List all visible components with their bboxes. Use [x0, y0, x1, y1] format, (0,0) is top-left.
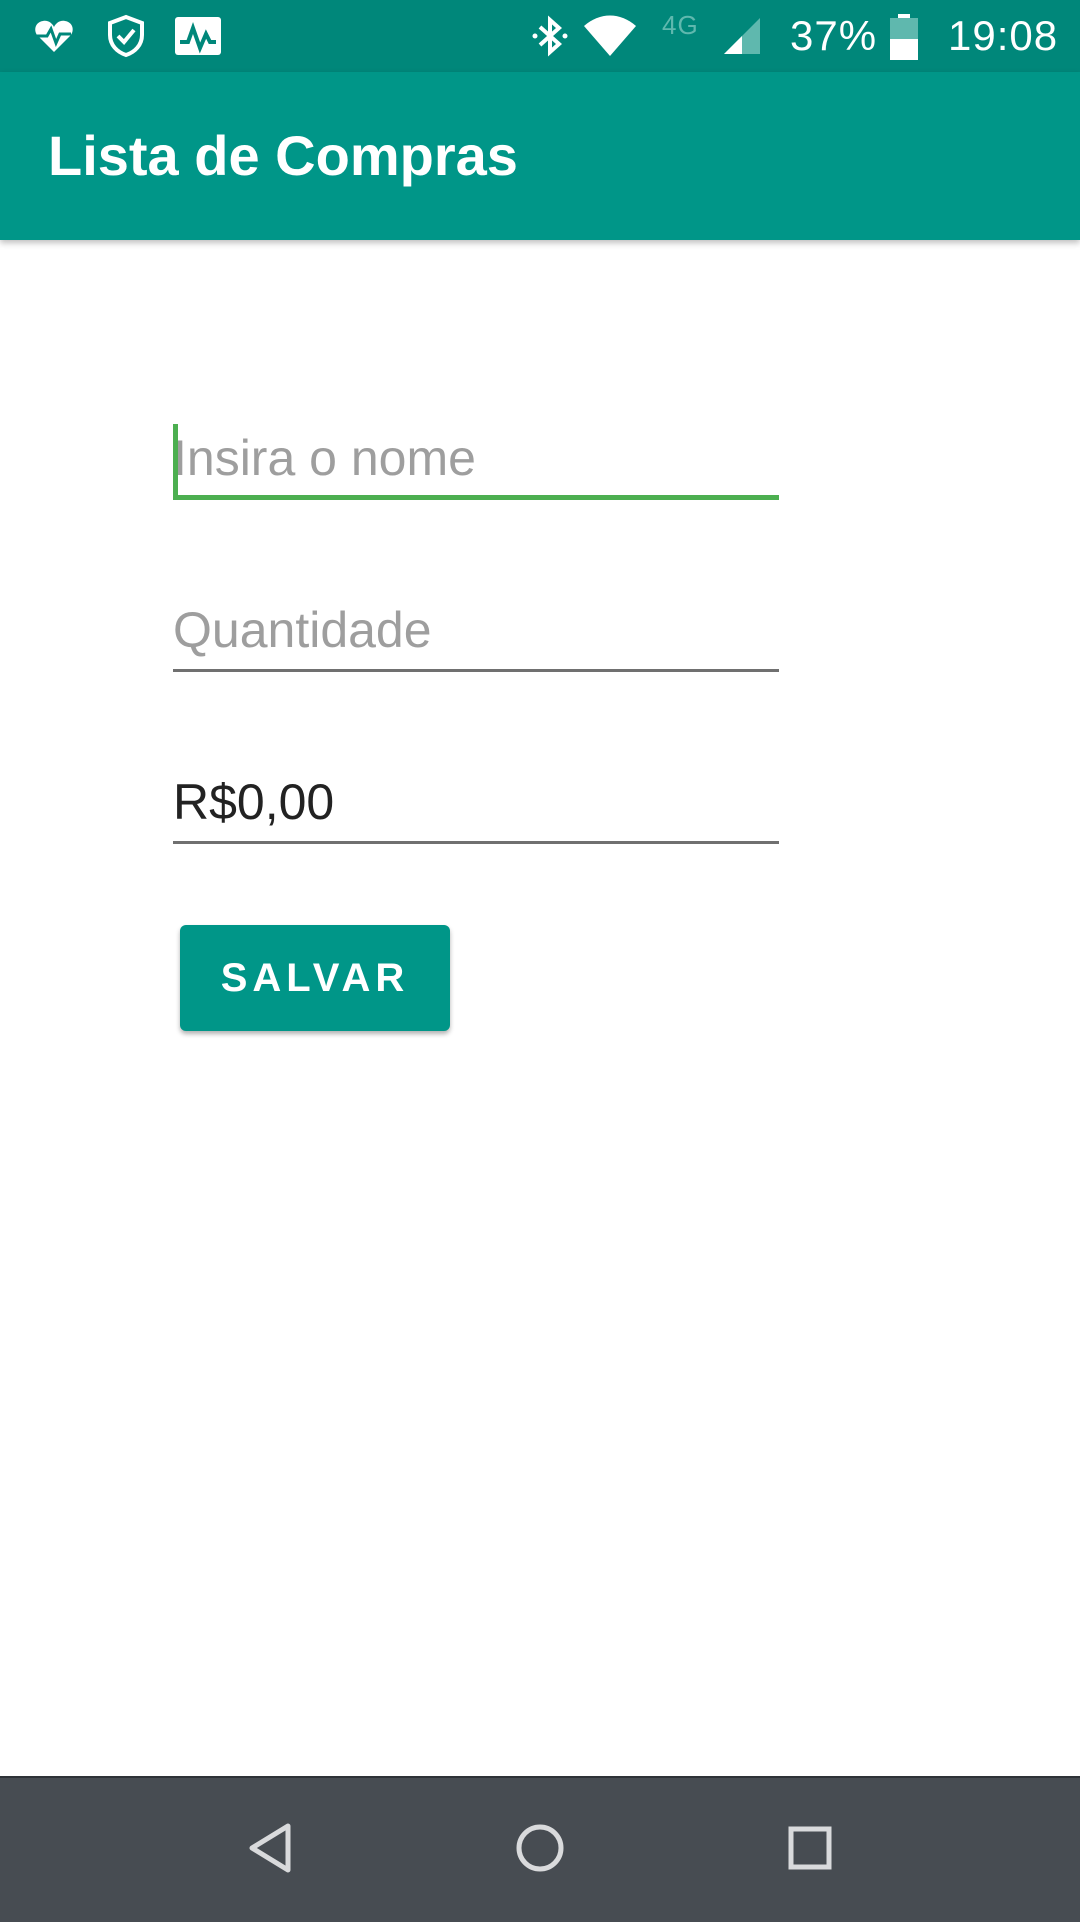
battery-icon: [886, 14, 922, 60]
network-type-label: 4G: [662, 10, 699, 40]
battery-percent: 37%: [790, 12, 878, 59]
quantity-input[interactable]: [173, 592, 779, 668]
price-input[interactable]: [173, 764, 779, 840]
shield-check-icon: [104, 14, 148, 58]
name-input[interactable]: [173, 420, 779, 496]
back-button[interactable]: [220, 1802, 320, 1898]
bluetooth-icon: [528, 14, 572, 58]
heart-rate-icon: [32, 14, 76, 58]
back-icon: [246, 1822, 294, 1879]
save-button[interactable]: SALVAR: [180, 925, 450, 1031]
price-field: [173, 764, 779, 844]
signal-icon: [720, 14, 764, 58]
wifi-icon: [582, 14, 638, 58]
text-cursor: [173, 424, 178, 496]
recents-button[interactable]: [760, 1802, 860, 1898]
app-bar: Lista de Compras: [0, 72, 1080, 240]
activity-chart-icon: [174, 14, 221, 58]
recents-icon: [786, 1824, 834, 1877]
quantity-field-underline: [173, 669, 779, 672]
home-button[interactable]: [490, 1802, 590, 1898]
quantity-field: [173, 592, 779, 672]
home-icon: [514, 1822, 566, 1879]
price-field-underline: [173, 841, 779, 844]
clock: 19:08: [948, 12, 1059, 59]
navigation-bar: [0, 1776, 1080, 1922]
app-title: Lista de Compras: [48, 124, 518, 187]
name-field: [173, 420, 779, 500]
status-bar: 4G 37% 19:08: [0, 0, 1080, 72]
name-field-underline: [173, 495, 779, 500]
